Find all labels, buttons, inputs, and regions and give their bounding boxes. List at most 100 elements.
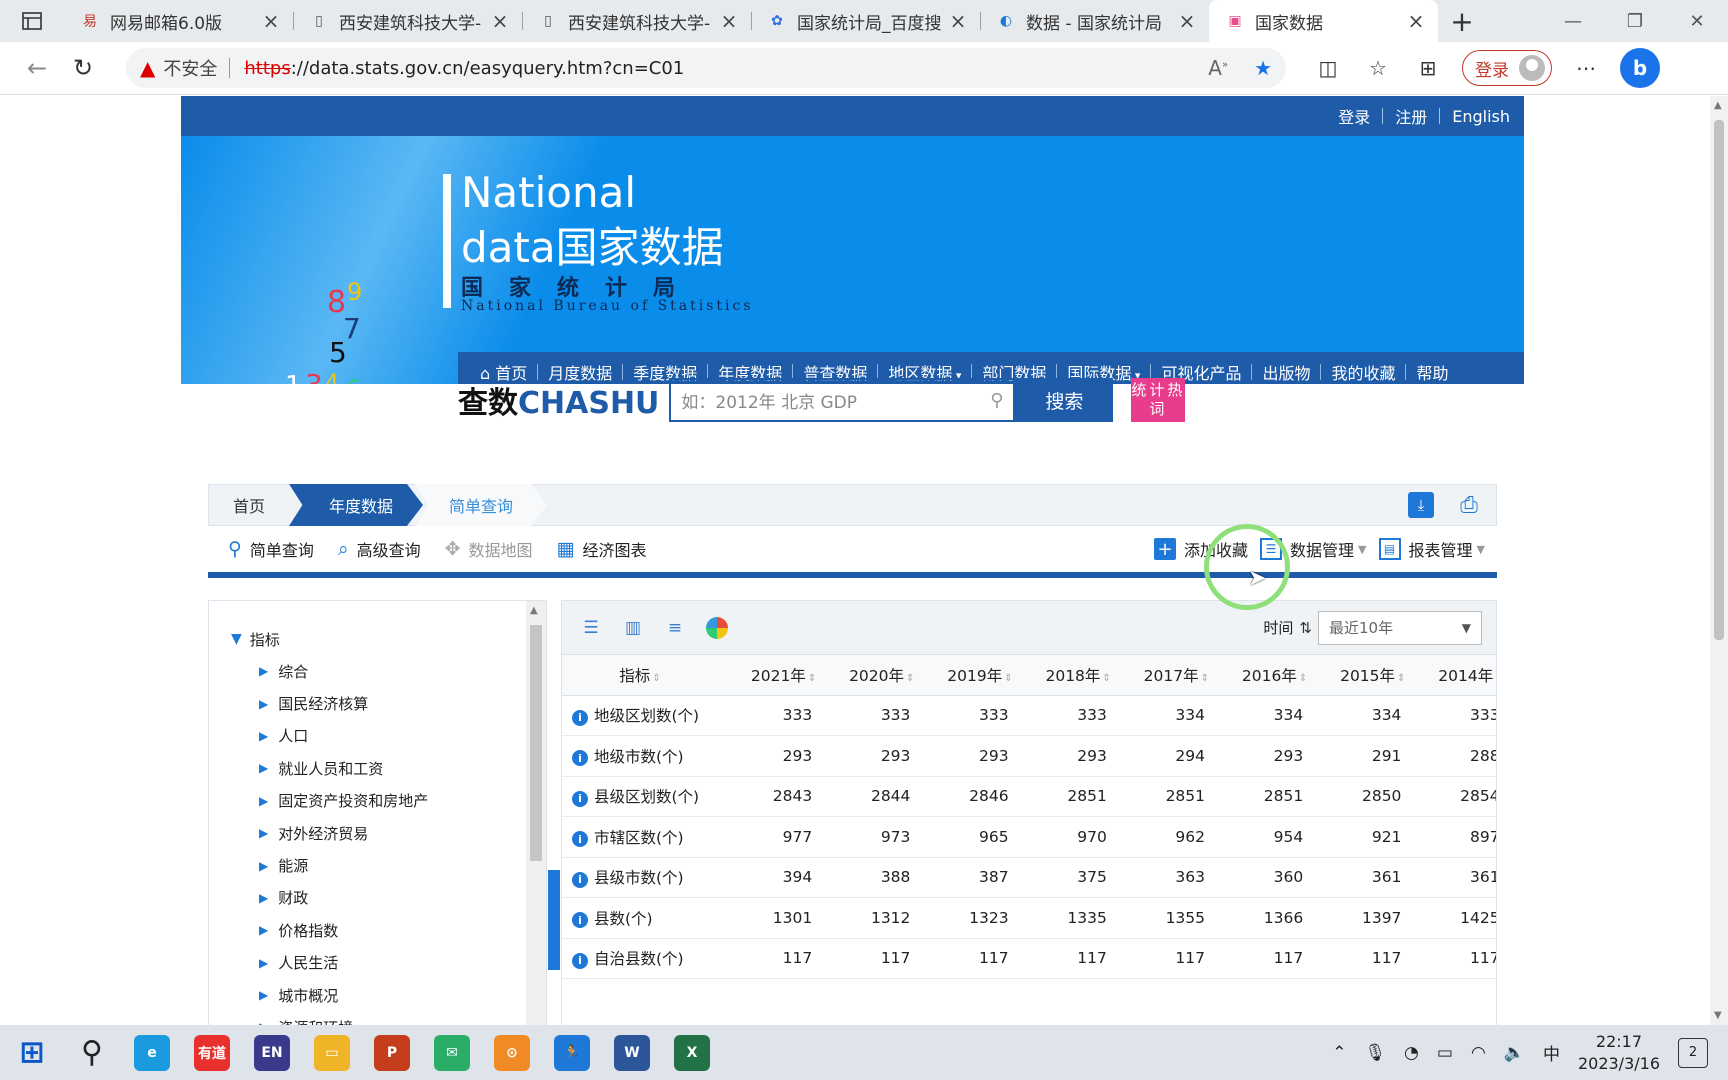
tree-item[interactable]: ▶资源和环境: [231, 1011, 428, 1025]
column-header[interactable]: 2019年 ⇕: [922, 655, 1021, 696]
new-tab-button[interactable]: +: [1438, 0, 1486, 42]
breadcrumb-annual[interactable]: 年度数据: [289, 484, 424, 526]
tree-item[interactable]: ▶ 对外经济贸易: [231, 817, 428, 849]
breadcrumb-simple-query[interactable]: 简单查询: [415, 484, 548, 526]
taskbar-app[interactable]: e: [122, 1025, 182, 1080]
split-screen-icon[interactable]: ◫: [1312, 56, 1344, 80]
tree-item[interactable]: ▶ 人口: [231, 720, 428, 752]
favorites-icon[interactable]: ☆: [1362, 56, 1394, 80]
tree-root[interactable]: ▼ 指标: [231, 623, 428, 655]
column-header[interactable]: 2020年 ⇕: [824, 655, 923, 696]
tree-item[interactable]: ▶ 固定资产投资和房地产: [231, 785, 428, 817]
nav-item[interactable]: 出版物: [1252, 360, 1320, 384]
row-label[interactable]: i 地级市数(个): [562, 735, 726, 777]
toolbar-chart-grid[interactable]: ▦ 经济图表: [557, 537, 647, 561]
taskbar-app[interactable]: ▭: [302, 1025, 362, 1080]
time-range-select[interactable]: 最近10年 ▼: [1318, 610, 1482, 645]
tree-item[interactable]: ▶ 综合: [231, 655, 428, 687]
tree-item[interactable]: ▶ 就业人员和工资: [231, 752, 428, 784]
page-scrollbar[interactable]: ▲ ▼: [1710, 96, 1728, 1025]
column-header[interactable]: 2018年 ⇕: [1020, 655, 1119, 696]
info-icon[interactable]: i: [572, 952, 588, 969]
top-link[interactable]: English: [1452, 107, 1510, 126]
taskbar-app[interactable]: EN: [242, 1025, 302, 1080]
print-icon[interactable]: ⎙: [1456, 492, 1482, 518]
info-icon[interactable]: i: [572, 831, 588, 848]
tree-item[interactable]: ▶ 国民经济核算: [231, 687, 428, 719]
taskbar-app[interactable]: ⊞: [2, 1025, 62, 1080]
address-field[interactable]: ▲ 不安全 https ://data.stats.gov.cn/easyque…: [126, 48, 1286, 88]
column-header[interactable]: 2021年 ⇕: [726, 655, 825, 696]
collections-icon[interactable]: ⊞: [1412, 56, 1444, 80]
tree-item[interactable]: ▶ 人民生活: [231, 947, 428, 979]
bar-chart-icon[interactable]: ▥: [620, 617, 646, 639]
wifi-icon[interactable]: ◠: [1471, 1043, 1486, 1063]
breadcrumb-home[interactable]: 首页: [209, 484, 289, 526]
taskbar-app[interactable]: ⚲: [62, 1025, 122, 1080]
browser-tab[interactable]: ▯ 西安建筑科技大学- ×: [522, 0, 751, 42]
browser-tab[interactable]: ◐ 数据 - 国家统计局 ×: [980, 0, 1209, 42]
column-header[interactable]: 2014年⇕: [1413, 655, 1496, 696]
close-tab-icon[interactable]: ×: [719, 9, 739, 33]
column-header[interactable]: 指标 ⇕: [562, 655, 726, 696]
restore-button[interactable]: ❐: [1604, 0, 1666, 42]
row-label[interactable]: i 县数(个): [562, 897, 726, 939]
tree-item[interactable]: ▶ 城市概况: [231, 979, 428, 1011]
browser-tab[interactable]: ✿ 国家统计局_百度搜 ×: [751, 0, 980, 42]
info-icon[interactable]: i: [572, 790, 588, 807]
search-input[interactable]: 如：2012年 北京 GDP ⚲: [669, 378, 1016, 422]
row-label[interactable]: i 县级区划数(个): [562, 776, 726, 817]
notification-button[interactable]: 2: [1678, 1037, 1708, 1068]
browser-tab[interactable]: ▣ 国家数据 ×: [1209, 0, 1438, 42]
row-label[interactable]: i 县级市数(个): [562, 857, 726, 898]
back-button[interactable]: ←: [14, 48, 60, 88]
volume-icon[interactable]: 🔈: [1504, 1043, 1525, 1063]
reload-button[interactable]: ↻: [60, 48, 106, 88]
hot-words-button[interactable]: 统计热词: [1131, 378, 1186, 422]
taskbar-app[interactable]: 有道: [182, 1025, 242, 1080]
info-icon[interactable]: i: [572, 709, 588, 726]
nav-item[interactable]: 帮助: [1406, 360, 1458, 384]
column-header[interactable]: 2017年 ⇕: [1118, 655, 1218, 696]
top-link[interactable]: 登录: [1338, 104, 1370, 128]
browser-tab[interactable]: 易网易邮箱6.0版 ×: [64, 0, 293, 42]
microphone-icon[interactable]: 🎙: [1364, 1043, 1386, 1063]
toolbar-search[interactable]: ⚲ 简单查询: [228, 537, 314, 561]
pie-chart-icon[interactable]: [704, 616, 730, 639]
toolbar-table[interactable]: ▤ 报表管理 ▼: [1378, 537, 1485, 561]
info-icon[interactable]: i: [572, 871, 588, 888]
close-window-button[interactable]: ✕: [1666, 0, 1728, 42]
close-tab-icon[interactable]: ×: [1177, 9, 1197, 33]
time-sort-icon[interactable]: ⇅: [1299, 619, 1312, 637]
taskbar-app[interactable]: ✉: [422, 1025, 482, 1080]
column-header[interactable]: 2015年 ⇕: [1315, 655, 1414, 696]
search-button[interactable]: 搜索: [1015, 378, 1114, 422]
info-icon[interactable]: i: [572, 750, 588, 767]
taskbar-app[interactable]: X: [662, 1025, 722, 1080]
tree-scrollbar[interactable]: ▲: [526, 601, 546, 1025]
tray-expand-icon[interactable]: ⌃: [1332, 1043, 1346, 1063]
taskbar-app[interactable]: 🏃: [542, 1025, 602, 1080]
tree-item[interactable]: ▶ 能源: [231, 849, 428, 881]
taskbar-app[interactable]: P: [362, 1025, 422, 1080]
row-label[interactable]: i 市辖区数(个): [562, 816, 726, 858]
hbar-chart-icon[interactable]: ≡: [662, 617, 688, 639]
column-header[interactable]: 2016年 ⇕: [1217, 655, 1316, 696]
network-icon[interactable]: ◔: [1404, 1043, 1419, 1063]
tab-actions-button[interactable]: [0, 0, 64, 42]
row-label[interactable]: i 地级区划数(个): [562, 695, 726, 736]
profile-login-button[interactable]: 登录: [1462, 50, 1552, 86]
taskbar-app[interactable]: ⊙: [482, 1025, 542, 1080]
download-icon[interactable]: ⤓: [1408, 492, 1434, 518]
table-view-icon[interactable]: ☰: [578, 617, 604, 639]
info-icon[interactable]: i: [572, 912, 588, 929]
close-tab-icon[interactable]: ×: [1406, 9, 1426, 33]
nav-item[interactable]: 我的收藏: [1321, 360, 1405, 384]
toolbar-map[interactable]: ✥ 数据地图: [445, 537, 533, 561]
close-tab-icon[interactable]: ×: [490, 9, 510, 33]
more-menu-icon[interactable]: ⋯: [1570, 56, 1602, 80]
top-link[interactable]: 注册: [1395, 104, 1427, 128]
battery-icon[interactable]: ▭: [1437, 1043, 1453, 1063]
minimize-button[interactable]: —: [1542, 0, 1604, 42]
tree-item[interactable]: ▶ 价格指数: [231, 914, 428, 946]
